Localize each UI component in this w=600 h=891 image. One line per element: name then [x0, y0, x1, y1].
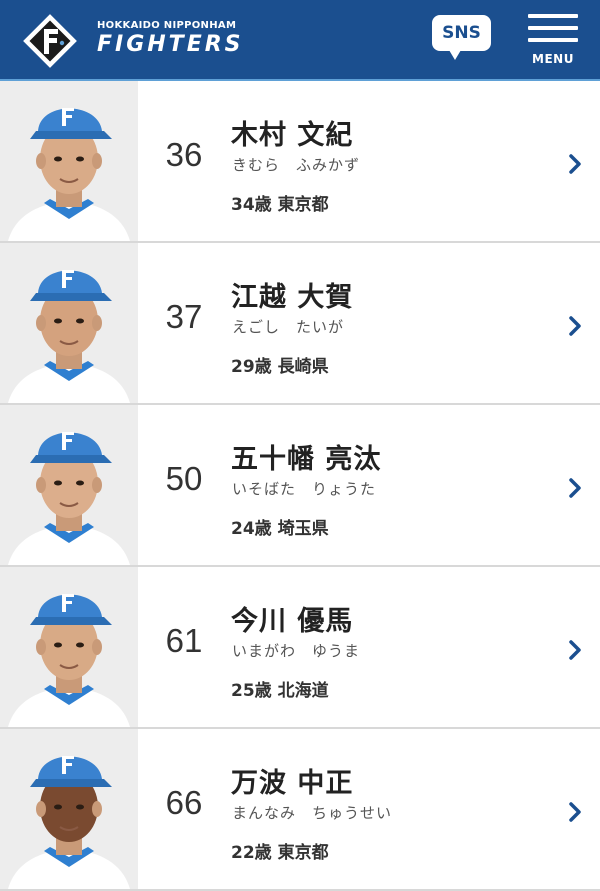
team-name-small: HOKKAIDO NIPPONHAM: [97, 20, 237, 31]
uniform-number: 61: [165, 622, 203, 659]
uniform-number: 37: [165, 298, 203, 335]
player-row[interactable]: 37 江越 大賀 えごし たいが 29歳 長崎県: [0, 243, 600, 405]
player-age-hometown: 34歳 東京都: [231, 195, 329, 215]
player-portrait-icon: [0, 81, 138, 241]
chevron-right-icon[interactable]: [568, 639, 582, 661]
player-age-hometown: 29歳 長崎県: [231, 357, 329, 377]
speech-tail-icon: [449, 50, 461, 60]
fighters-logo-icon[interactable]: [22, 13, 78, 69]
player-name: 万波 中正: [231, 768, 354, 799]
uniform-number: 36: [165, 136, 203, 173]
menu-label: MENU: [532, 52, 574, 66]
player-age-hometown: 22歳 東京都: [231, 843, 329, 863]
sns-label: SNS: [442, 23, 481, 43]
hamburger-bar: [528, 38, 578, 42]
player-name-kana: いそばた りょうた: [232, 480, 377, 498]
hamburger-icon: [528, 14, 578, 18]
hamburger-bar: [528, 26, 578, 30]
menu-button[interactable]: MENU: [525, 12, 581, 70]
player-row[interactable]: 61 今川 優馬 いまがわ ゆうま 25歳 北海道: [0, 567, 600, 729]
player-row[interactable]: 66 万波 中正 まんなみ ちゅうせい 22歳 東京都: [0, 729, 600, 891]
player-list: 36 木村 文紀 きむら ふみかず 34歳 東京都 37 江越 大賀 えごし た…: [0, 81, 600, 891]
player-portrait-icon: [0, 567, 138, 727]
sns-button[interactable]: SNS: [432, 15, 491, 60]
chevron-right-icon[interactable]: [568, 315, 582, 337]
player-name-kana: きむら ふみかず: [232, 156, 361, 174]
site-header: HOKKAIDO NIPPONHAM FIGHTERS SNS MENU: [0, 0, 600, 81]
team-name-big: FIGHTERS: [97, 32, 244, 57]
player-age-hometown: 25歳 北海道: [231, 681, 329, 701]
chevron-right-icon[interactable]: [568, 153, 582, 175]
player-portrait-icon: [0, 729, 138, 889]
player-photo: [0, 405, 138, 565]
player-photo: [0, 729, 138, 889]
team-wordmark[interactable]: HOKKAIDO NIPPONHAM FIGHTERS: [97, 20, 244, 58]
player-photo: [0, 81, 138, 241]
chevron-right-icon[interactable]: [568, 801, 582, 823]
player-photo: [0, 243, 138, 403]
player-name: 木村 文紀: [231, 120, 354, 151]
player-name: 江越 大賀: [231, 282, 354, 313]
chevron-right-icon[interactable]: [568, 477, 582, 499]
player-age-hometown: 24歳 埼玉県: [231, 519, 329, 539]
uniform-number: 66: [165, 784, 203, 821]
player-name-kana: いまがわ ゆうま: [232, 642, 361, 660]
player-name: 今川 優馬: [231, 606, 354, 637]
player-name: 五十幡 亮汰: [231, 444, 382, 475]
player-portrait-icon: [0, 405, 138, 565]
uniform-number: 50: [165, 460, 203, 497]
player-name-kana: まんなみ ちゅうせい: [232, 804, 393, 822]
player-photo: [0, 567, 138, 727]
player-name-kana: えごし たいが: [232, 318, 345, 336]
player-row[interactable]: 36 木村 文紀 きむら ふみかず 34歳 東京都: [0, 81, 600, 243]
player-portrait-icon: [0, 243, 138, 403]
player-row[interactable]: 50 五十幡 亮汰 いそばた りょうた 24歳 埼玉県: [0, 405, 600, 567]
